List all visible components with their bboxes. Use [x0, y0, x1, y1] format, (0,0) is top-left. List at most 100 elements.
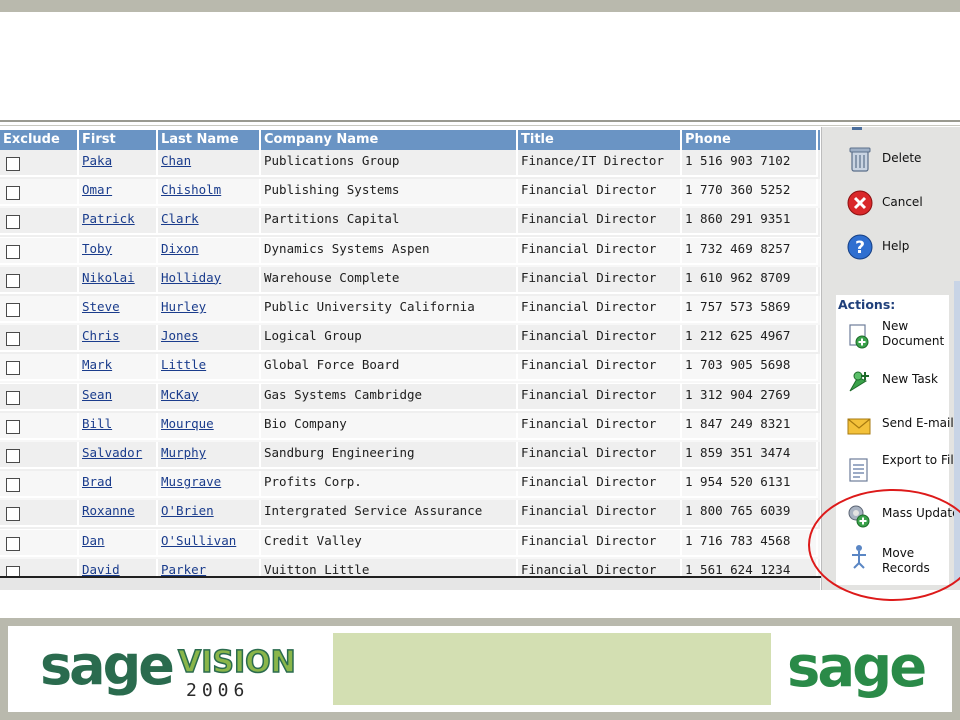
first-name-link[interactable]: Mark — [82, 357, 112, 372]
send-email-button[interactable]: Send E-mail — [846, 409, 958, 449]
exclude-checkbox[interactable] — [6, 449, 20, 463]
first-name-link[interactable]: Dan — [82, 533, 105, 548]
new-task-icon — [849, 371, 869, 392]
column-header-company-name[interactable]: Company Name — [261, 130, 518, 150]
cancel-button[interactable]: Cancel — [846, 189, 958, 225]
first-name-link[interactable]: Roxanne — [82, 503, 135, 518]
last-name-link[interactable]: Chisholm — [161, 182, 221, 197]
title-cell: Financial Director — [518, 442, 682, 469]
last-name-link[interactable]: Chan — [161, 153, 191, 168]
panel-edge — [852, 127, 862, 130]
phone-cell: 1 516 903 7102 — [682, 150, 818, 177]
first-name-link[interactable]: Omar — [82, 182, 112, 197]
first-name-link[interactable]: Steve — [82, 299, 120, 314]
exclude-checkbox[interactable] — [6, 186, 20, 201]
exclude-checkbox[interactable] — [6, 215, 20, 230]
cancel-icon — [847, 190, 873, 216]
table-row[interactable]: Mark Little Global Force Board Financial Di… — [0, 354, 820, 384]
exclude-checkbox[interactable] — [6, 536, 20, 551]
table-row[interactable]: Nikolai Holliday Warehouse Complete Financi… — [0, 266, 820, 296]
export-file-icon — [849, 458, 868, 482]
exclude-checkbox[interactable] — [6, 303, 20, 317]
first-name-link[interactable]: Bill — [82, 416, 112, 431]
table-row[interactable]: Toby Dixon Dynamics Systems Aspen Financial… — [0, 237, 820, 267]
table-row[interactable]: Patrick Clark Partitions Capital Financial … — [0, 208, 820, 238]
export-to-file-button[interactable]: Export to File — [846, 453, 960, 493]
table-row[interactable]: Dan O'Sullivan Credit Valley Financial Dire… — [0, 529, 820, 559]
svg-text:sage: sage — [787, 635, 925, 700]
last-name-link[interactable]: Clark — [161, 211, 199, 226]
send-email-label: Send E-mail — [882, 416, 954, 430]
table-row[interactable]: Paka Chan Publications Group Finance/IT Dir… — [0, 150, 820, 179]
exclude-checkbox[interactable] — [6, 390, 20, 405]
first-name-link[interactable]: Salvador — [82, 445, 142, 460]
table-row[interactable]: Brad Musgrave Profits Corp. Financial Direc… — [0, 471, 820, 501]
last-name-link[interactable]: Holliday — [161, 270, 221, 285]
company-cell: Intergrated Service Assurance — [261, 500, 518, 528]
first-name-link[interactable]: Paka — [82, 153, 112, 168]
title-cell: Financial Director — [518, 529, 682, 557]
last-name-link[interactable]: Hurley — [161, 299, 206, 314]
first-name-link[interactable]: Sean — [82, 387, 112, 402]
column-header-last-name[interactable]: Last Name — [158, 130, 261, 150]
exclude-checkbox[interactable] — [6, 332, 20, 347]
new-document-button[interactable]: New Document — [846, 319, 958, 359]
first-cell: Omar — [79, 179, 158, 207]
first-name-link[interactable]: David — [82, 562, 120, 577]
first-cell: Brad — [79, 471, 158, 499]
exclude-cell — [0, 442, 79, 469]
last-cell: Clark — [158, 208, 261, 236]
first-name-link[interactable]: Chris — [82, 328, 120, 343]
title-cell: Financial Director — [518, 500, 682, 528]
exclude-checkbox[interactable] — [6, 507, 20, 522]
column-header-phone[interactable]: Phone — [682, 130, 818, 150]
table-row[interactable]: Sean McKay Gas Systems Cambridge Financial … — [0, 383, 820, 413]
last-cell: Little — [158, 354, 261, 382]
last-name-link[interactable]: Musgrave — [161, 474, 221, 489]
new-task-button[interactable]: New Task — [846, 365, 958, 405]
exclude-checkbox[interactable] — [6, 478, 20, 493]
first-cell: Sean — [79, 383, 158, 411]
sage-logo: sage — [787, 635, 928, 700]
exclude-checkbox[interactable] — [6, 273, 20, 288]
new-task-label: New Task — [882, 372, 938, 386]
help-label: Help — [882, 239, 910, 253]
help-button[interactable]: ? Help — [846, 233, 958, 269]
table-row[interactable]: Omar Chisholm Publishing Systems Financial … — [0, 179, 820, 209]
horizontal-scrollbar[interactable] — [0, 578, 820, 590]
delete-button[interactable]: Delete — [846, 145, 958, 181]
exclude-checkbox[interactable] — [6, 157, 20, 171]
first-cell: Nikolai — [79, 266, 158, 294]
last-name-link[interactable]: Little — [161, 357, 206, 372]
column-header-exclude[interactable]: Exclude — [0, 130, 79, 150]
last-name-link[interactable]: McKay — [161, 387, 199, 402]
table-row[interactable]: Steve Hurley Public University California F… — [0, 296, 820, 325]
first-cell: Toby — [79, 237, 158, 265]
column-header-first[interactable]: First — [79, 130, 158, 150]
exclude-cell — [0, 500, 79, 528]
column-header-title[interactable]: Title — [518, 130, 682, 150]
last-name-link[interactable]: Dixon — [161, 241, 199, 256]
first-name-link[interactable]: Nikolai — [82, 270, 135, 285]
company-cell: Global Force Board — [261, 354, 518, 382]
exclude-checkbox[interactable] — [6, 419, 20, 434]
last-name-link[interactable]: Murphy — [161, 445, 206, 460]
table-row[interactable]: Roxanne O'Brien Intergrated Service Assura… — [0, 500, 820, 530]
last-name-link[interactable]: O'Sullivan — [161, 533, 236, 548]
exclude-checkbox[interactable] — [6, 361, 20, 376]
last-name-link[interactable]: Jones — [161, 328, 199, 343]
first-name-link[interactable]: Brad — [82, 474, 112, 489]
contacts-grid: Exclude First Last Name Company Name Tit… — [0, 130, 820, 578]
divider — [0, 120, 960, 122]
last-name-link[interactable]: Mourque — [161, 416, 214, 431]
table-row[interactable]: Salvador Murphy Sandburg Engineering Financ… — [0, 442, 820, 471]
last-cell: Musgrave — [158, 471, 261, 499]
exclude-checkbox[interactable] — [6, 244, 20, 259]
last-name-link[interactable]: O'Brien — [161, 503, 214, 518]
table-row[interactable]: Chris Jones Logical Group Financial Directo… — [0, 325, 820, 355]
first-name-link[interactable]: Toby — [82, 241, 112, 256]
last-name-link[interactable]: Parker — [161, 562, 206, 577]
exclude-cell — [0, 296, 79, 323]
table-row[interactable]: Bill Mourque Bio Company Financial Director… — [0, 412, 820, 442]
first-name-link[interactable]: Patrick — [82, 211, 135, 226]
